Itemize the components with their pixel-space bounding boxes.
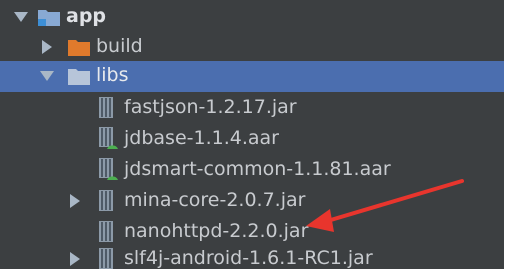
- project-tree-panel: app build libs fastjson-1.2.17.jar jdbas…: [0, 0, 510, 273]
- red-arrow-annotation: [306, 179, 464, 232]
